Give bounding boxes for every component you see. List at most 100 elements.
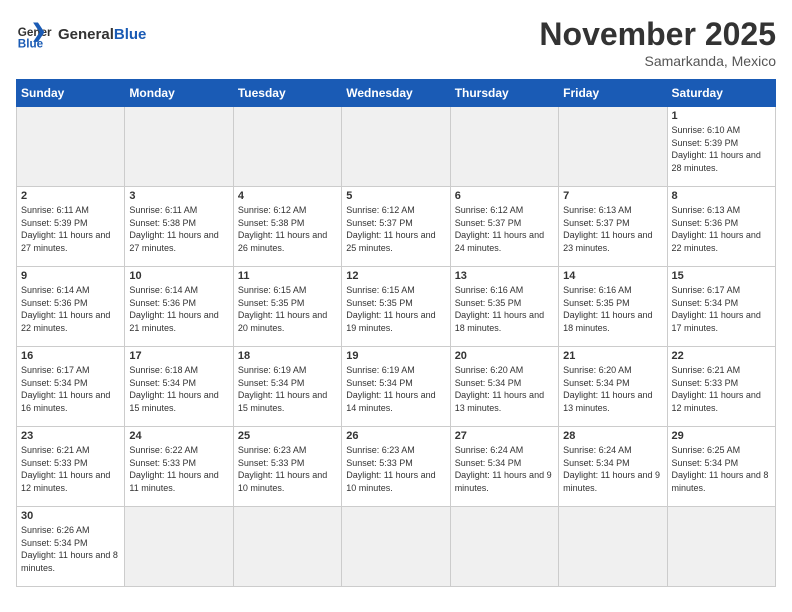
col-sunday: Sunday [17, 80, 125, 107]
table-row: 19 Sunrise: 6:19 AMSunset: 5:34 PMDayligh… [342, 347, 450, 427]
day-info: Sunrise: 6:12 AMSunset: 5:37 PMDaylight:… [346, 204, 445, 254]
calendar-week-row: 23Sunrise: 6:21 AMSunset: 5:33 PMDayligh… [17, 427, 776, 507]
table-row: 27Sunrise: 6:24 AMSunset: 5:34 PMDayligh… [450, 427, 558, 507]
day-info: Sunrise: 6:15 AMSunset: 5:35 PMDaylight:… [238, 284, 337, 334]
day-info: Sunrise: 6:21 AMSunset: 5:33 PMDaylight:… [672, 364, 771, 414]
day-number: 24 [129, 430, 228, 442]
calendar-week-row: 1 Sunrise: 6:10 AMSunset: 5:39 PMDaylight… [17, 107, 776, 187]
day-info: Sunrise: 6:20 AMSunset: 5:34 PMDaylight:… [563, 364, 662, 414]
svg-text:Blue: Blue [18, 38, 44, 51]
col-tuesday: Tuesday [233, 80, 341, 107]
col-saturday: Saturday [667, 80, 775, 107]
calendar-header-row: Sunday Monday Tuesday Wednesday Thursday… [17, 80, 776, 107]
day-number: 15 [672, 270, 771, 282]
day-number: 16 [21, 350, 120, 362]
day-info: Sunrise: 6:11 AMSunset: 5:38 PMDaylight:… [129, 204, 228, 254]
day-number: 7 [563, 190, 662, 202]
day-info: Sunrise: 6:11 AMSunset: 5:39 PMDaylight:… [21, 204, 120, 254]
day-info: Sunrise: 6:12 AMSunset: 5:37 PMDaylight:… [455, 204, 554, 254]
month-title: November 2025 [539, 16, 776, 53]
day-info: Sunrise: 6:10 AMSunset: 5:39 PMDaylight:… [672, 124, 771, 174]
table-row [667, 507, 775, 587]
table-row: 25Sunrise: 6:23 AMSunset: 5:33 PMDayligh… [233, 427, 341, 507]
day-number: 26 [346, 430, 445, 442]
day-number: 1 [672, 110, 771, 122]
day-info: Sunrise: 6:24 AMSunset: 5:34 PMDaylight:… [563, 444, 662, 494]
day-info: Sunrise: 6:24 AMSunset: 5:34 PMDaylight:… [455, 444, 554, 494]
day-info: Sunrise: 6:15 AMSunset: 5:35 PMDaylight:… [346, 284, 445, 334]
table-row: 14 Sunrise: 6:16 AMSunset: 5:35 PMDayligh… [559, 267, 667, 347]
table-row [450, 107, 558, 187]
col-wednesday: Wednesday [342, 80, 450, 107]
calendar-week-row: 30Sunrise: 6:26 AMSunset: 5:34 PMDayligh… [17, 507, 776, 587]
table-row: 20 Sunrise: 6:20 AMSunset: 5:34 PMDayligh… [450, 347, 558, 427]
day-info: Sunrise: 6:19 AMSunset: 5:34 PMDaylight:… [346, 364, 445, 414]
day-number: 2 [21, 190, 120, 202]
calendar-week-row: 16 Sunrise: 6:17 AMSunset: 5:34 PMDayligh… [17, 347, 776, 427]
table-row [450, 507, 558, 587]
table-row: 26 Sunrise: 6:23 AMSunset: 5:33 PMDayligh… [342, 427, 450, 507]
day-number: 18 [238, 350, 337, 362]
table-row [233, 507, 341, 587]
table-row: 28 Sunrise: 6:24 AMSunset: 5:34 PMDayligh… [559, 427, 667, 507]
table-row [342, 107, 450, 187]
day-number: 14 [563, 270, 662, 282]
table-row: 5 Sunrise: 6:12 AMSunset: 5:37 PMDaylight… [342, 187, 450, 267]
day-info: Sunrise: 6:23 AMSunset: 5:33 PMDaylight:… [238, 444, 337, 494]
table-row: 24 Sunrise: 6:22 AMSunset: 5:33 PMDayligh… [125, 427, 233, 507]
day-info: Sunrise: 6:13 AMSunset: 5:36 PMDaylight:… [672, 204, 771, 254]
day-number: 4 [238, 190, 337, 202]
day-info: Sunrise: 6:25 AMSunset: 5:34 PMDaylight:… [672, 444, 771, 494]
location: Samarkanda, Mexico [539, 53, 776, 69]
day-number: 21 [563, 350, 662, 362]
day-number: 19 [346, 350, 445, 362]
day-info: Sunrise: 6:14 AMSunset: 5:36 PMDaylight:… [129, 284, 228, 334]
day-info: Sunrise: 6:16 AMSunset: 5:35 PMDaylight:… [563, 284, 662, 334]
day-number: 28 [563, 430, 662, 442]
table-row: 4 Sunrise: 6:12 AMSunset: 5:38 PMDaylight… [233, 187, 341, 267]
day-number: 17 [129, 350, 228, 362]
table-row [125, 507, 233, 587]
day-number: 3 [129, 190, 228, 202]
day-info: Sunrise: 6:18 AMSunset: 5:34 PMDaylight:… [129, 364, 228, 414]
table-row: 2 Sunrise: 6:11 AMSunset: 5:39 PMDaylight… [17, 187, 125, 267]
day-info: Sunrise: 6:12 AMSunset: 5:38 PMDaylight:… [238, 204, 337, 254]
day-info: Sunrise: 6:22 AMSunset: 5:33 PMDaylight:… [129, 444, 228, 494]
day-number: 20 [455, 350, 554, 362]
table-row: 22Sunrise: 6:21 AMSunset: 5:33 PMDayligh… [667, 347, 775, 427]
logo-icon: General Blue [16, 16, 52, 52]
day-info: Sunrise: 6:19 AMSunset: 5:34 PMDaylight:… [238, 364, 337, 414]
calendar-week-row: 9Sunrise: 6:14 AMSunset: 5:36 PMDaylight… [17, 267, 776, 347]
table-row: 23Sunrise: 6:21 AMSunset: 5:33 PMDayligh… [17, 427, 125, 507]
day-number: 13 [455, 270, 554, 282]
day-info: Sunrise: 6:23 AMSunset: 5:33 PMDaylight:… [346, 444, 445, 494]
table-row [559, 107, 667, 187]
table-row: 1 Sunrise: 6:10 AMSunset: 5:39 PMDaylight… [667, 107, 775, 187]
table-row: 8 Sunrise: 6:13 AMSunset: 5:36 PMDaylight… [667, 187, 775, 267]
table-row: 10Sunrise: 6:14 AMSunset: 5:36 PMDayligh… [125, 267, 233, 347]
col-monday: Monday [125, 80, 233, 107]
day-number: 5 [346, 190, 445, 202]
day-number: 6 [455, 190, 554, 202]
day-info: Sunrise: 6:20 AMSunset: 5:34 PMDaylight:… [455, 364, 554, 414]
table-row: 7 Sunrise: 6:13 AMSunset: 5:37 PMDaylight… [559, 187, 667, 267]
table-row: 13Sunrise: 6:16 AMSunset: 5:35 PMDayligh… [450, 267, 558, 347]
table-row: 29 Sunrise: 6:25 AMSunset: 5:34 PMDayligh… [667, 427, 775, 507]
day-info: Sunrise: 6:17 AMSunset: 5:34 PMDaylight:… [672, 284, 771, 334]
day-info: Sunrise: 6:17 AMSunset: 5:34 PMDaylight:… [21, 364, 120, 414]
day-info: Sunrise: 6:13 AMSunset: 5:37 PMDaylight:… [563, 204, 662, 254]
table-row: 9Sunrise: 6:14 AMSunset: 5:36 PMDaylight… [17, 267, 125, 347]
table-row: 15 Sunrise: 6:17 AMSunset: 5:34 PMDayligh… [667, 267, 775, 347]
table-row: 3 Sunrise: 6:11 AMSunset: 5:38 PMDaylight… [125, 187, 233, 267]
page-header: General Blue GeneralBlue November 2025 S… [16, 16, 776, 69]
table-row [342, 507, 450, 587]
logo-text: GeneralBlue [58, 26, 146, 43]
day-info: Sunrise: 6:21 AMSunset: 5:33 PMDaylight:… [21, 444, 120, 494]
day-number: 29 [672, 430, 771, 442]
day-info: Sunrise: 6:14 AMSunset: 5:36 PMDaylight:… [21, 284, 120, 334]
day-number: 8 [672, 190, 771, 202]
day-number: 11 [238, 270, 337, 282]
calendar-week-row: 2 Sunrise: 6:11 AMSunset: 5:39 PMDaylight… [17, 187, 776, 267]
table-row: 6 Sunrise: 6:12 AMSunset: 5:37 PMDaylight… [450, 187, 558, 267]
title-block: November 2025 Samarkanda, Mexico [539, 16, 776, 69]
